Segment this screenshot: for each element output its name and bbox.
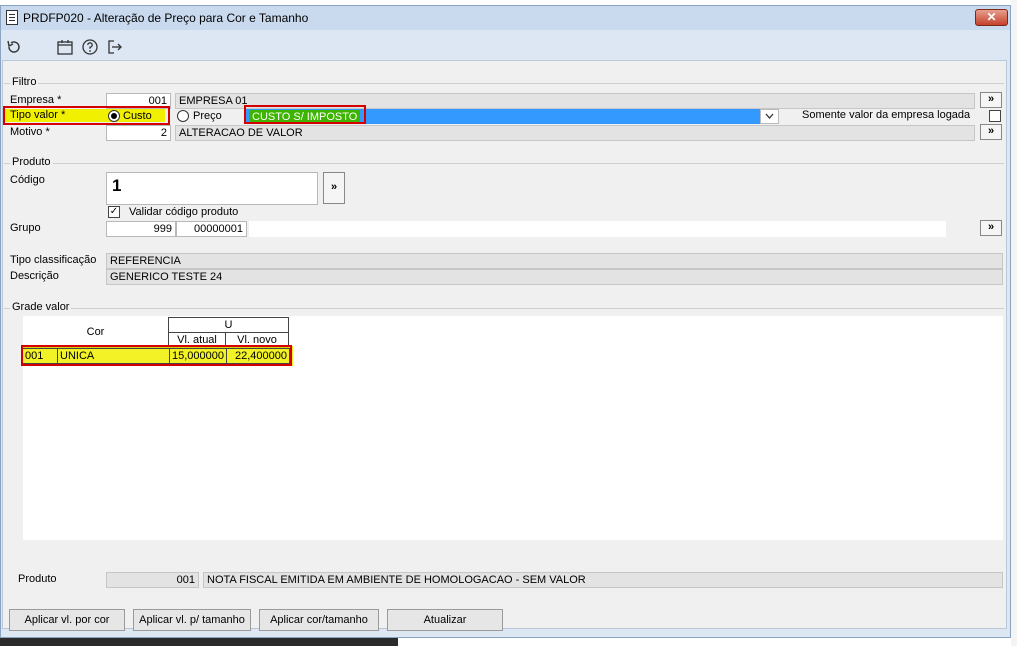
tipo-select-annotation xyxy=(244,105,366,124)
tipo-valor-annotation xyxy=(3,106,170,125)
motivo-code-input[interactable]: 2 xyxy=(106,125,171,141)
title-bar: PRDFP020 - Alteração de Preço para Cor e… xyxy=(1,6,1010,30)
produto-title: Produto xyxy=(10,156,53,168)
codigo-input[interactable]: 1 xyxy=(106,172,318,205)
col-header-size: U xyxy=(168,317,289,333)
calendar-icon[interactable] xyxy=(56,38,74,56)
background-strip xyxy=(1011,0,1017,646)
exit-icon[interactable] xyxy=(106,38,124,56)
empresa-lookup-button[interactable]: » xyxy=(980,92,1002,108)
grade-table: Cor U Vl. atual Vl. novo xyxy=(23,317,289,348)
somente-label: Somente valor da empresa logada xyxy=(802,109,971,121)
grupo-code-input[interactable]: 999 xyxy=(106,221,176,237)
filtro-title: Filtro xyxy=(10,76,39,88)
motivo-lookup-button[interactable]: » xyxy=(980,124,1002,140)
main-content: Filtro Empresa * 001 EMPRESA 01 » Tipo v… xyxy=(2,60,1007,629)
descricao-label: Descrição xyxy=(10,270,59,282)
aplicar-cor-tamanho-button[interactable]: Aplicar cor/tamanho xyxy=(259,609,379,631)
preco-label: Preço xyxy=(193,110,222,122)
aplicar-por-cor-button[interactable]: Aplicar vl. por cor xyxy=(9,609,125,631)
footer-produto-code: 001 xyxy=(106,572,199,588)
grupo-lookup-button[interactable]: » xyxy=(980,220,1002,236)
grupo-name-field xyxy=(249,221,946,237)
toolbar xyxy=(1,30,1010,64)
grade-title: Grade valor xyxy=(10,301,72,313)
validar-label: Validar código produto xyxy=(129,206,239,218)
grade-row-annotation xyxy=(21,345,292,366)
close-button[interactable]: ✕ xyxy=(975,9,1008,26)
aplicar-por-tamanho-button[interactable]: Aplicar vl. p/ tamanho xyxy=(133,609,251,631)
footer-produto-label: Produto xyxy=(18,573,57,585)
chevron-down-icon xyxy=(765,113,774,119)
codigo-label: Código xyxy=(10,174,45,186)
descricao-field: GENERICO TESTE 24 xyxy=(106,269,1003,285)
somente-checkbox[interactable] xyxy=(989,110,1001,122)
grupo-number-field: 00000001 xyxy=(176,221,247,237)
validar-checkbox[interactable]: ✓ xyxy=(108,206,120,218)
select-arrow-button[interactable] xyxy=(760,109,779,124)
tipo-classificacao-field: REFERENCIA xyxy=(106,253,1003,269)
codigo-lookup-button[interactable]: » xyxy=(323,172,345,204)
preco-radio[interactable] xyxy=(177,110,189,122)
help-icon[interactable] xyxy=(81,38,99,56)
motivo-label: Motivo * xyxy=(10,126,50,138)
motivo-name-field: ALTERACAO DE VALOR xyxy=(175,125,975,141)
tipo-classificacao-label: Tipo classificação xyxy=(10,254,97,266)
window-title: PRDFP020 - Alteração de Preço para Cor e… xyxy=(23,11,309,25)
document-icon xyxy=(6,10,18,25)
col-header-cor: Cor xyxy=(23,317,169,348)
grupo-label: Grupo xyxy=(10,222,41,234)
empresa-label: Empresa * xyxy=(10,94,62,106)
footer-produto-desc: NOTA FISCAL EMITIDA EM AMBIENTE DE HOMOL… xyxy=(203,572,1003,588)
atualizar-button[interactable]: Atualizar xyxy=(387,609,503,631)
undo-icon[interactable] xyxy=(5,38,23,56)
